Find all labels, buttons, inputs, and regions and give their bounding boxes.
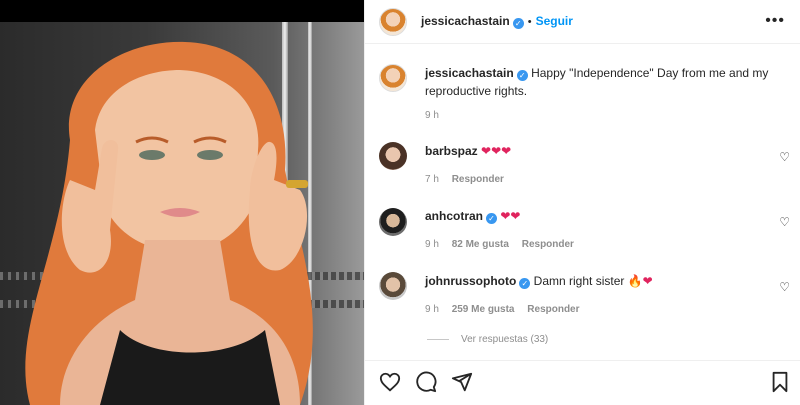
share-icon[interactable]: [451, 371, 473, 393]
view-replies-button[interactable]: Ver respuestas (33): [427, 334, 548, 345]
comment-username[interactable]: barbspaz: [425, 144, 478, 158]
comment-meta: 9 h 259 Me gusta Responder: [425, 304, 580, 315]
verified-icon: ✓: [486, 213, 498, 224]
comment-likes[interactable]: 259 Me gusta: [452, 304, 515, 315]
photo-subject: [25, 41, 313, 405]
comment: barbspaz ❤❤❤: [425, 144, 511, 158]
comment-text: Damn right sister: [533, 274, 628, 288]
verified-icon: ✓: [512, 18, 524, 29]
comment: johnrussophoto ✓ Damn right sister 🔥❤: [425, 274, 653, 289]
reply-button[interactable]: Responder: [452, 174, 504, 185]
reply-button[interactable]: Responder: [522, 239, 574, 250]
follow-button[interactable]: Seguir: [536, 14, 573, 28]
comment: anhcotran ✓ ❤❤: [425, 209, 520, 224]
replies-divider: [427, 338, 449, 340]
post-actions-bar: [365, 360, 800, 405]
comment-meta: 7 h Responder: [425, 174, 504, 185]
avatar[interactable]: [379, 8, 407, 36]
separator: •: [527, 16, 532, 28]
comment-time[interactable]: 9 h: [425, 304, 439, 315]
like-comment-heart-icon[interactable]: ♡: [779, 150, 790, 164]
reply-button[interactable]: Responder: [527, 304, 579, 315]
comment-emoji: ❤❤: [500, 209, 521, 223]
post-header: jessicachastain ✓ • Seguir •••: [365, 0, 800, 44]
more-horizontal-icon[interactable]: •••: [765, 13, 785, 29]
comment-time[interactable]: 7 h: [425, 174, 439, 185]
caption-time[interactable]: 9 h: [425, 110, 439, 121]
caption-username[interactable]: jessicachastain: [425, 66, 514, 80]
view-replies-label: Ver respuestas (33): [461, 334, 549, 345]
comment-username[interactable]: johnrussophoto: [425, 274, 516, 288]
header-username[interactable]: jessicachastain: [421, 14, 510, 28]
comment-meta: 9 h 82 Me gusta Responder: [425, 239, 574, 250]
avatar[interactable]: [379, 142, 407, 170]
comment-icon[interactable]: [415, 371, 437, 393]
comment-emoji: 🔥❤: [627, 274, 653, 288]
avatar[interactable]: [379, 208, 407, 236]
comment-likes[interactable]: 82 Me gusta: [452, 239, 509, 250]
like-comment-heart-icon[interactable]: ♡: [779, 280, 790, 294]
verified-icon: ✓: [519, 278, 531, 289]
comment-username[interactable]: anhcotran: [425, 209, 483, 223]
verified-icon: ✓: [516, 70, 528, 81]
comment-time[interactable]: 9 h: [425, 239, 439, 250]
like-comment-heart-icon[interactable]: ♡: [779, 215, 790, 229]
post-photo[interactable]: [0, 0, 364, 405]
caption: jessicachastain ✓ Happy "Independence" Da…: [425, 64, 775, 100]
avatar[interactable]: [379, 64, 407, 92]
heart-icon[interactable]: [379, 371, 401, 393]
avatar[interactable]: [379, 272, 407, 300]
comment-emoji: ❤❤❤: [481, 144, 512, 158]
post-details-panel: jessicachastain ✓ • Seguir ••• jessicachast…: [364, 0, 800, 405]
header-user-row: jessicachastain ✓ • Seguir: [421, 14, 573, 29]
bookmark-icon[interactable]: [769, 371, 791, 393]
